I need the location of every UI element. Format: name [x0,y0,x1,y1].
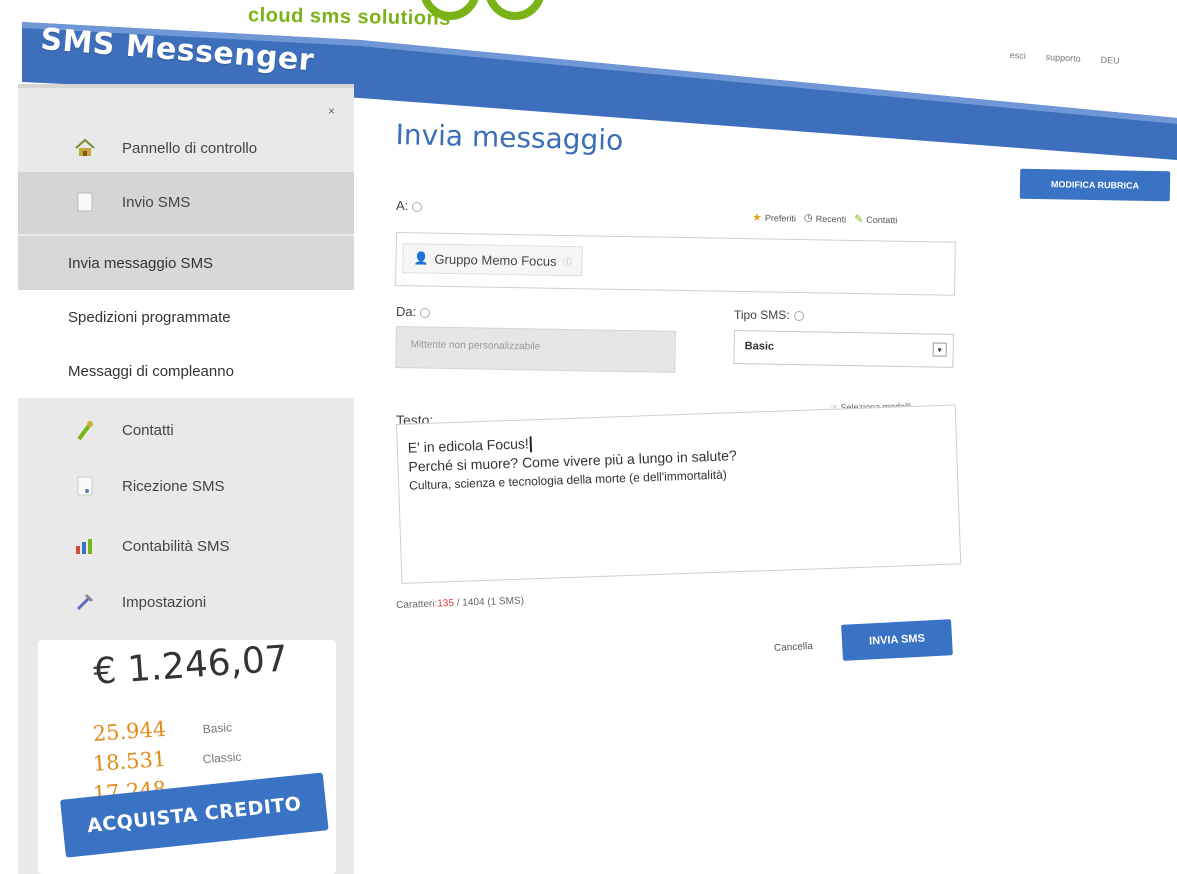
chevron-down-icon: ▾ [932,342,947,357]
top-links: esci supporto DEU [1009,50,1119,66]
contacts-label: Contatti [866,214,898,225]
sidebar-item-contacts[interactable]: Contatti [18,410,354,450]
text-caret [529,436,533,453]
send-sms-button[interactable]: INVIA SMS [841,619,953,661]
sidebar-close-icon[interactable]: × [328,104,335,118]
credit-label: Classic [202,749,242,767]
sidebar-subitem-label: Messaggi di compleanno [68,362,234,380]
sidebar-item-label: Contatti [122,421,174,439]
edit-addressbook-button[interactable]: MODIFICA RUBRICA [1019,168,1171,202]
sidebar-subitem-label: Invia messaggio SMS [68,254,214,272]
help-icon[interactable] [412,201,423,212]
from-label-text: Da: [396,304,417,319]
credit-label: Basic [202,720,233,737]
contacts-icon [70,418,100,442]
user-icon: 👤 [413,251,429,266]
to-label-text: A: [396,198,409,213]
sidebar-item-label: Pannello di controllo [122,139,258,157]
pen-icon: ✎ [854,213,864,226]
logo: cloud sms solutions [230,0,560,36]
home-icon [70,136,100,160]
support-link[interactable]: supporto [1045,52,1081,64]
sidebar-subitem-send-message[interactable]: Invia messaggio SMS [18,236,354,290]
sidebar-item-inbox[interactable]: Ricezione SMS [18,466,354,506]
language-link[interactable]: DEU [1100,55,1120,66]
sidebar-item-accounting[interactable]: Contabilità SMS [18,526,354,566]
character-counter: Caratteri:135 / 1404 (1 SMS) [396,596,524,611]
inbox-icon [70,474,100,498]
sidebar-item-label: Ricezione SMS [122,477,225,495]
sms-type-label: Tipo SMS: [734,308,804,322]
help-icon[interactable] [793,310,804,321]
message-line-text: E' in edicola Focus! [407,435,530,456]
sms-type-value: Basic [744,340,775,353]
info-icon[interactable]: ⓘ [562,254,571,267]
recipients-field[interactable]: 👤 Gruppo Memo Focus ⓘ [395,232,956,296]
page-title: Invia messaggio [395,118,624,157]
recent-link[interactable]: ◷ Recenti [804,212,846,226]
chart-icon [70,534,100,558]
sms-type-select[interactable]: Basic ▾ [733,330,954,368]
star-icon: ★ [751,211,762,224]
sidebar-subitem-birthday[interactable]: Messaggi di compleanno [18,344,354,398]
sidebar-item-dashboard[interactable]: Pannello di controllo [18,128,354,168]
char-used: 135 [437,597,455,610]
message-textarea[interactable]: E' in edicola Focus! Perché si muore? Co… [396,404,962,584]
sms-icon [70,190,100,214]
char-rest: / 1404 (1 SMS) [456,595,525,609]
contacts-link[interactable]: ✎ Contatti [854,213,897,227]
recipient-name: Gruppo Memo Focus [434,251,557,269]
recipient-quick-links: ★ Preferiti ◷ Recenti ✎ Contatti [752,211,898,227]
settings-icon [70,590,100,614]
logout-link[interactable]: esci [1009,50,1026,61]
recipient-chip[interactable]: 👤 Gruppo Memo Focus ⓘ [402,243,583,277]
logo-tagline: cloud sms solutions [247,4,452,30]
help-icon[interactable] [420,307,431,318]
cancel-button[interactable]: Cancella [774,641,813,654]
sidebar-item-send-sms[interactable]: Invio SMS [18,184,354,220]
sidebar-subitem-label: Spedizioni programmate [68,308,231,326]
sidebar-item-label: Invio SMS [122,193,191,211]
sidebar-subitem-scheduled[interactable]: Spedizioni programmate [18,290,354,344]
sidebar-item-settings[interactable]: Impostazioni [18,582,354,622]
from-label: Da: [396,304,431,319]
sender-field[interactable]: Mittente non personalizzabile [395,326,676,373]
favorites-link[interactable]: ★ Preferiti [752,211,796,225]
clock-icon: ◷ [803,212,813,224]
char-prefix: Caratteri: [396,598,438,611]
sidebar-item-label: Contabilità SMS [122,537,230,555]
sidebar-item-label: Impostazioni [122,593,207,611]
to-label: A: [396,198,423,213]
favorites-label: Preferiti [764,212,796,223]
sidebar-top-strip [18,84,354,88]
sms-type-label-text: Tipo SMS: [734,308,790,322]
recent-label: Recenti [815,213,847,224]
